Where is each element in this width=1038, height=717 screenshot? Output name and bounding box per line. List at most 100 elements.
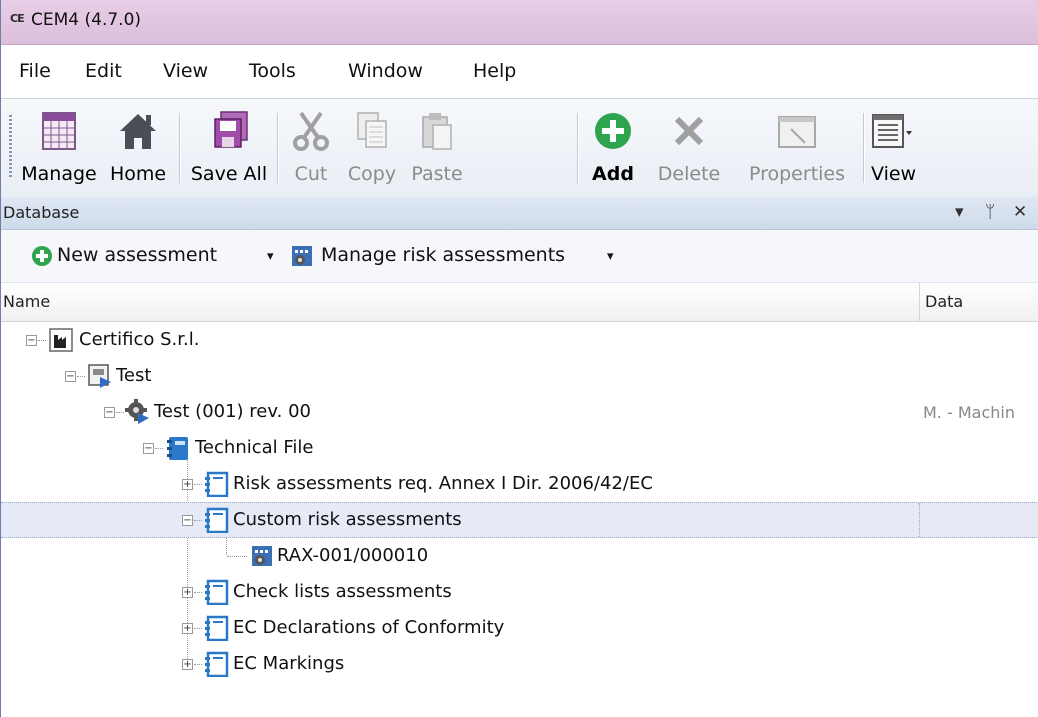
panel-dropdown-icon[interactable]: ▾ <box>955 202 964 222</box>
column-name-header[interactable]: Name <box>3 292 50 311</box>
tree-connector <box>227 556 247 557</box>
tree-column-header: Name Data <box>1 283 1038 322</box>
tree-label: Risk assessments req. Annex I Dir. 2006/… <box>233 473 653 494</box>
tree-label: Certifico S.r.l. <box>79 329 200 350</box>
project-icon <box>88 364 111 388</box>
copy-icon <box>357 112 387 148</box>
database-panel-header: Database ▾ ᛘ ✕ <box>1 197 1038 230</box>
properties-label: Properties <box>748 163 846 185</box>
toolbar-separator <box>277 113 279 183</box>
manage-risk-assessments-button[interactable]: Manage risk assessments <box>321 244 565 266</box>
folder-binder-icon <box>205 471 229 497</box>
tree-node-technical-file[interactable]: − Technical File <box>1 430 1038 466</box>
home-icon <box>120 114 156 149</box>
app-window: CE CEM4 (4.7.0) File Edit View Tools Win… <box>0 0 1038 717</box>
tree-node-machine[interactable]: − Test (001) rev. 00 M. - Machin <box>1 394 1038 430</box>
toolbar-grip[interactable] <box>9 115 12 179</box>
collapse-toggle[interactable]: − <box>26 335 37 346</box>
expand-toggle[interactable]: + <box>182 623 193 634</box>
tree-node-project[interactable]: − Test <box>1 358 1038 394</box>
menu-file[interactable]: File <box>19 60 51 82</box>
save-all-icon <box>214 111 248 148</box>
copy-label: Copy <box>347 163 397 185</box>
menu-help[interactable]: Help <box>473 60 516 82</box>
save-all-button[interactable]: Save All <box>187 105 271 191</box>
collapse-toggle[interactable]: − <box>104 407 115 418</box>
properties-button[interactable]: Properties <box>739 105 855 191</box>
expand-toggle[interactable]: + <box>182 479 193 490</box>
folder-binder-icon <box>205 615 229 641</box>
menu-window[interactable]: Window <box>348 60 423 82</box>
menu-tools[interactable]: Tools <box>249 60 296 82</box>
manage-button[interactable]: Manage <box>19 105 99 191</box>
home-label: Home <box>109 163 167 185</box>
tree-node-ec-markings[interactable]: + EC Markings <box>1 646 1038 682</box>
tree-node-custom-risk[interactable]: − Custom risk assessments <box>1 502 1038 538</box>
window-title: CEM4 (4.7.0) <box>31 10 142 30</box>
delete-label: Delete <box>657 163 721 185</box>
view-button[interactable]: View <box>865 105 935 191</box>
risk-assessment-icon <box>292 246 312 266</box>
collapse-toggle[interactable]: − <box>143 443 154 454</box>
tree-connector <box>194 520 202 521</box>
save-all-label: Save All <box>190 163 268 185</box>
delete-x-icon <box>674 116 704 146</box>
view-label: View <box>871 163 917 185</box>
company-icon <box>49 328 73 352</box>
database-tree: − Certifico S.r.l. − Test − Test (001) r… <box>1 322 1038 717</box>
main-toolbar: Manage Home Save All Cut Copy Paste Add … <box>1 98 1038 198</box>
binder-icon <box>167 437 188 460</box>
add-circle-icon <box>32 246 52 266</box>
tree-node-company[interactable]: − Certifico S.r.l. <box>1 322 1038 358</box>
tree-node-risk-annex[interactable]: + Risk assessments req. Annex I Dir. 200… <box>1 466 1038 502</box>
manage-risk-dropdown-icon[interactable]: ▾ <box>607 249 614 264</box>
cut-label: Cut <box>294 163 328 185</box>
tree-connector <box>194 484 202 485</box>
calendar-grid-icon <box>42 112 76 150</box>
scissors-icon <box>293 111 329 151</box>
add-circle-icon <box>595 113 631 149</box>
tree-connector <box>194 628 202 629</box>
tree-label: Test (001) rev. 00 <box>154 401 311 422</box>
add-label: Add <box>592 163 634 185</box>
expand-toggle[interactable]: + <box>182 659 193 670</box>
tree-node-ec-declarations[interactable]: + EC Declarations of Conformity <box>1 610 1038 646</box>
collapse-toggle[interactable]: − <box>182 515 193 526</box>
column-divider[interactable] <box>919 283 920 321</box>
paste-button[interactable]: Paste <box>405 105 469 191</box>
tree-data-value: M. - Machin <box>923 403 1015 422</box>
tree-connector <box>194 592 202 593</box>
menu-bar: File Edit View Tools Window Help <box>1 45 1038 97</box>
folder-binder-icon <box>205 579 229 605</box>
panel-action-bar: New assessment ▾ Manage risk assessments… <box>1 230 1038 283</box>
copy-button[interactable]: Copy <box>339 105 405 191</box>
tree-node-rax[interactable]: RAX-001/000010 <box>1 538 1038 574</box>
delete-button[interactable]: Delete <box>649 105 729 191</box>
menu-edit[interactable]: Edit <box>85 60 122 82</box>
pin-icon[interactable]: ᛘ <box>985 202 995 222</box>
close-icon[interactable]: ✕ <box>1013 202 1027 222</box>
new-assessment-dropdown-icon[interactable]: ▾ <box>267 249 274 264</box>
properties-window-icon <box>778 116 816 148</box>
paste-label: Paste <box>411 163 463 185</box>
ce-logo-icon: CE <box>10 12 25 25</box>
manage-label: Manage <box>21 163 97 185</box>
tree-connector <box>116 412 124 413</box>
tree-connector <box>155 448 163 449</box>
add-button[interactable]: Add <box>583 105 643 191</box>
tree-connector <box>194 664 202 665</box>
expand-toggle[interactable]: + <box>182 587 193 598</box>
view-list-icon <box>872 114 912 148</box>
new-assessment-button[interactable]: New assessment <box>57 244 217 266</box>
cut-button[interactable]: Cut <box>283 105 339 191</box>
tree-label: EC Declarations of Conformity <box>233 617 505 638</box>
column-data-header[interactable]: Data <box>925 292 963 311</box>
toolbar-separator <box>577 113 579 183</box>
home-button[interactable]: Home <box>103 105 173 191</box>
tree-node-check-lists[interactable]: + Check lists assessments <box>1 574 1038 610</box>
folder-binder-icon <box>205 507 229 533</box>
machine-gear-icon <box>125 399 149 424</box>
menu-view[interactable]: View <box>163 60 208 82</box>
collapse-toggle[interactable]: − <box>65 371 76 382</box>
tree-label: EC Markings <box>233 653 345 674</box>
